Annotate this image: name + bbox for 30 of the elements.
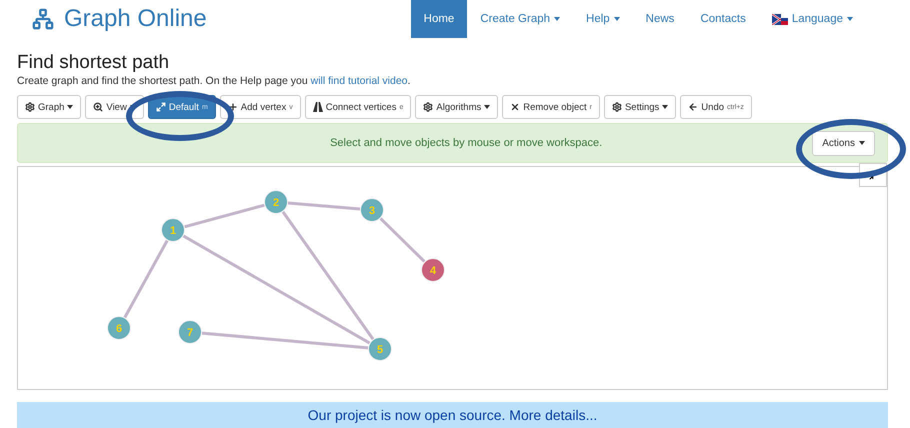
page-subtitle: Create graph and find the shortest path. On the Help page you will find tutorial video. xyxy=(17,75,412,87)
toolbar-button[interactable]: View xyxy=(85,95,144,119)
toolbar-button[interactable]: Algorithms xyxy=(415,95,498,119)
nav-link[interactable]: Help xyxy=(573,0,633,38)
banner-link[interactable]: Our project is now open source. More details... xyxy=(308,407,598,423)
graph-vertex[interactable]: 4 xyxy=(421,258,445,282)
toolbar-button[interactable]: Graph xyxy=(17,95,82,119)
toolbar-button[interactable]: Settings xyxy=(604,95,676,119)
actions-button[interactable]: Actions xyxy=(812,130,875,156)
page-title: Find shortest path xyxy=(17,52,170,74)
sitemap-icon xyxy=(32,8,54,30)
nav-link[interactable]: Home xyxy=(410,0,468,38)
nav-link[interactable]: News xyxy=(632,0,688,38)
expand-icon xyxy=(156,102,166,112)
nav-link[interactable]: Contacts xyxy=(687,0,759,38)
flag-icon xyxy=(772,14,788,24)
close-icon xyxy=(510,102,520,112)
gear-icon xyxy=(25,102,35,112)
gear-icon xyxy=(423,102,434,112)
zoom-in-icon xyxy=(93,102,104,112)
brand-title: Graph Online xyxy=(64,5,207,33)
road-icon xyxy=(312,102,323,112)
arrow-left-icon xyxy=(688,102,698,112)
nav-link[interactable]: Create Graph xyxy=(467,0,574,38)
plus-icon xyxy=(228,102,238,112)
tutorial-link[interactable]: will find tutorial video xyxy=(310,75,408,87)
gear-icon xyxy=(612,102,622,112)
graph-edge xyxy=(380,217,426,263)
alert-message: Select and move objects by mouse or move workspace. xyxy=(329,137,604,149)
nav-link[interactable]: Language xyxy=(758,0,866,38)
